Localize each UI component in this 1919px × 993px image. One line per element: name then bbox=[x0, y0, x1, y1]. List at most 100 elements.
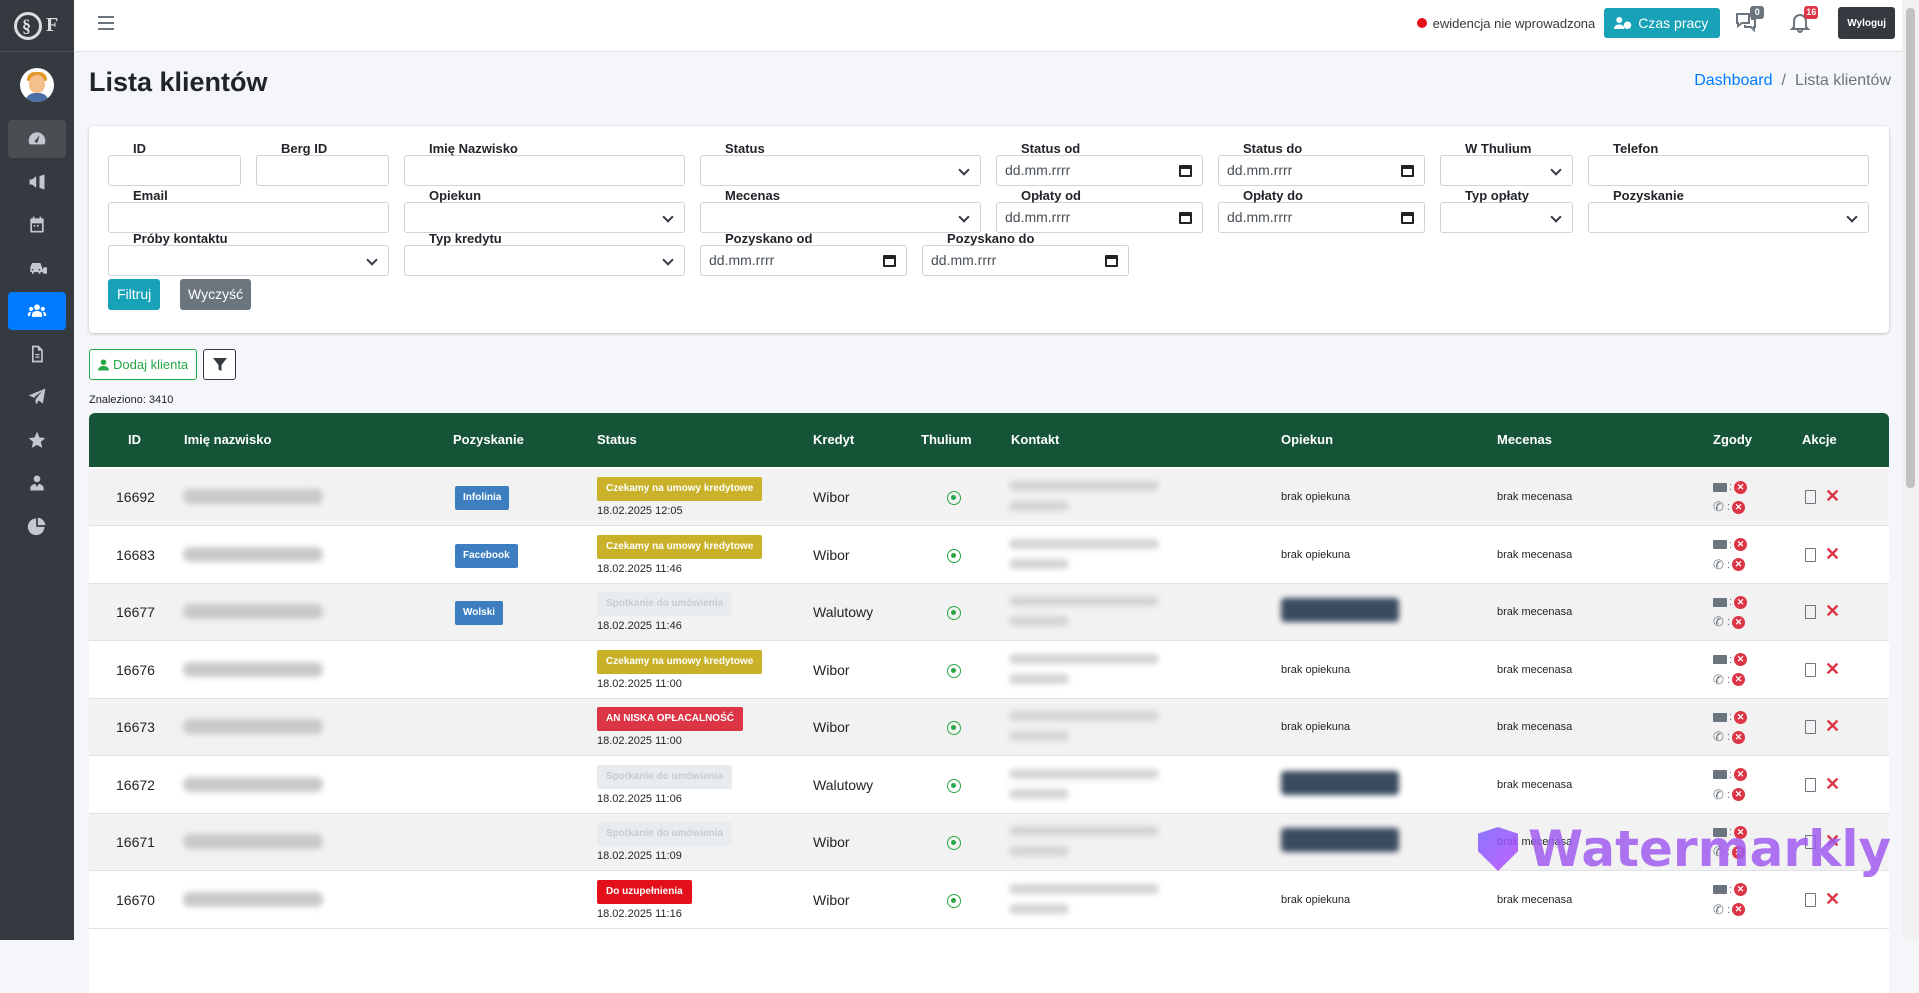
sidebar-item-calendar[interactable] bbox=[8, 206, 66, 244]
add-client-button[interactable]: Dodaj klienta bbox=[89, 349, 198, 380]
paid-from-date[interactable]: dd.mm.rrrr bbox=[996, 202, 1203, 233]
guardian-select[interactable] bbox=[404, 202, 685, 233]
col-guardian[interactable]: Opiekun bbox=[1281, 432, 1333, 447]
col-status[interactable]: Status bbox=[597, 432, 637, 447]
client-name-redacted[interactable] bbox=[183, 604, 323, 619]
table-row[interactable]: 16676 Czekamy na umowy kredytowe 18.02.202… bbox=[89, 642, 1889, 699]
avatar[interactable] bbox=[20, 68, 54, 102]
thulium-status-icon bbox=[947, 548, 961, 563]
table-row[interactable]: 16692 Infolinia Czekamy na umowy kredytowe… bbox=[89, 469, 1889, 526]
client-name-redacted[interactable] bbox=[183, 891, 323, 907]
table-row[interactable]: 16677 Wolski Spotkanie do umówienia 18.02.2… bbox=[89, 584, 1889, 641]
status-badge: Czekamy na umowy kredytowe bbox=[597, 477, 763, 501]
notifications-badge: 16 bbox=[1804, 6, 1819, 19]
document-icon[interactable] bbox=[1805, 720, 1816, 734]
envelope-icon bbox=[1713, 712, 1727, 722]
acquired-from-date[interactable]: dd.mm.rrrr bbox=[700, 245, 907, 276]
col-thulium[interactable]: Thulium bbox=[921, 432, 972, 447]
col-patron[interactable]: Mecenas bbox=[1497, 432, 1552, 447]
sidebar-item-dashboard[interactable] bbox=[8, 120, 66, 158]
client-name-redacted[interactable] bbox=[183, 834, 323, 849]
clear-button[interactable]: Wyczyść bbox=[180, 279, 252, 310]
credit-type: Walutowy bbox=[813, 776, 874, 793]
status-badge: Czekamy na umowy kredytowe bbox=[597, 534, 763, 559]
calendar-icon[interactable] bbox=[1105, 255, 1118, 267]
phone-icon: ✆ bbox=[1713, 499, 1724, 514]
credit-type-select[interactable] bbox=[404, 245, 685, 276]
id-input[interactable] bbox=[108, 155, 241, 186]
sidebar-item-favorites[interactable] bbox=[8, 421, 66, 459]
client-name-redacted[interactable] bbox=[183, 776, 323, 792]
client-name-redacted[interactable] bbox=[183, 546, 323, 562]
notifications-button[interactable]: 16 bbox=[1788, 6, 1819, 35]
calendar-icon[interactable] bbox=[1179, 165, 1192, 177]
calendar-icon[interactable] bbox=[883, 255, 896, 267]
delete-icon[interactable]: ✕ bbox=[1825, 544, 1840, 565]
sidebar-item-clients[interactable] bbox=[8, 292, 66, 330]
sidebar-item-reports[interactable] bbox=[8, 507, 66, 545]
scrollbar-thumb[interactable] bbox=[1906, 8, 1915, 488]
document-icon[interactable] bbox=[1805, 490, 1816, 504]
delete-icon[interactable]: ✕ bbox=[1825, 486, 1840, 507]
sidebar-item-documents[interactable] bbox=[8, 335, 66, 373]
client-name-redacted[interactable] bbox=[183, 661, 323, 677]
row-id: 16683 bbox=[116, 546, 155, 563]
client-name-redacted[interactable] bbox=[183, 489, 323, 504]
contact-email-redacted bbox=[1009, 711, 1159, 721]
sidebar-item-campaigns[interactable] bbox=[8, 163, 66, 201]
calendar-icon[interactable] bbox=[1179, 212, 1192, 224]
sidebar-item-employees[interactable] bbox=[8, 464, 66, 502]
table-row[interactable]: 16683 Facebook Czekamy na umowy kredytowe 1… bbox=[89, 527, 1889, 584]
col-source[interactable]: Pozyskanie bbox=[453, 432, 524, 447]
toggle-filters-button[interactable] bbox=[203, 349, 236, 380]
col-credit[interactable]: Kredyt bbox=[813, 432, 854, 447]
document-icon[interactable] bbox=[1805, 605, 1816, 619]
table-row[interactable]: 16673 AN NISKA OPŁACALNOŚĆ 18.02.2025 11:0… bbox=[89, 699, 1889, 756]
name-input[interactable] bbox=[404, 155, 685, 186]
status-to-date[interactable]: dd.mm.rrrr bbox=[1218, 155, 1425, 186]
status-from-date[interactable]: dd.mm.rrrr bbox=[996, 155, 1203, 186]
work-time-button[interactable]: Czas pracy bbox=[1604, 8, 1721, 38]
col-id[interactable]: ID bbox=[128, 432, 141, 447]
logout-button[interactable]: Wyloguj bbox=[1838, 7, 1895, 39]
paid-to-date[interactable]: dd.mm.rrrr bbox=[1218, 202, 1425, 233]
calendar-icon[interactable] bbox=[1401, 165, 1414, 177]
delete-icon[interactable]: ✕ bbox=[1825, 659, 1840, 680]
status-select[interactable] bbox=[700, 155, 981, 186]
patron-select[interactable] bbox=[700, 202, 981, 233]
sidebar-item-messages[interactable] bbox=[8, 378, 66, 416]
acquisition-select[interactable] bbox=[1588, 202, 1869, 233]
email-input[interactable] bbox=[108, 202, 389, 233]
filter-button[interactable]: Filtruj bbox=[108, 279, 161, 310]
col-contact[interactable]: Kontakt bbox=[1011, 432, 1059, 447]
calendar-icon[interactable] bbox=[1401, 212, 1414, 224]
sidebar-item-cars[interactable] bbox=[8, 249, 66, 287]
menu-toggle-icon[interactable] bbox=[98, 16, 114, 30]
brand-logo[interactable]: § F bbox=[0, 0, 74, 52]
patron-value: brak mecenasa bbox=[1497, 893, 1573, 906]
thulium-select[interactable] bbox=[1440, 155, 1573, 186]
delete-icon[interactable]: ✕ bbox=[1825, 716, 1840, 737]
scrollbar[interactable] bbox=[1902, 0, 1919, 940]
phone-input[interactable] bbox=[1588, 155, 1869, 186]
messages-button[interactable]: 0 bbox=[1734, 6, 1765, 35]
delete-icon[interactable]: ✕ bbox=[1825, 889, 1840, 910]
table-row[interactable]: 16672 Spotkanie do umówienia 18.02.2025 11… bbox=[89, 757, 1889, 814]
delete-icon[interactable]: ✕ bbox=[1825, 774, 1840, 795]
breadcrumb-dashboard[interactable]: Dashboard bbox=[1694, 72, 1772, 90]
document-icon[interactable] bbox=[1805, 547, 1816, 562]
contact-attempts-select[interactable] bbox=[108, 245, 389, 276]
fee-type-select[interactable] bbox=[1440, 202, 1573, 233]
document-icon[interactable] bbox=[1805, 892, 1816, 907]
delete-icon[interactable]: ✕ bbox=[1825, 601, 1840, 622]
col-name[interactable]: Imię nazwisko bbox=[184, 432, 271, 447]
client-name-redacted[interactable] bbox=[183, 719, 323, 734]
acquired-to-date[interactable]: dd.mm.rrrr bbox=[922, 245, 1129, 276]
top-navbar: ewidencja nie wprowadzona Czas pracy 0 1… bbox=[74, 0, 1919, 52]
status-badge: Do uzupełnienia bbox=[597, 879, 692, 904]
document-icon[interactable] bbox=[1805, 777, 1816, 792]
document-icon[interactable] bbox=[1805, 662, 1816, 677]
guardian-value: brak opiekuna bbox=[1281, 548, 1351, 561]
berg-id-input[interactable] bbox=[256, 155, 389, 186]
table-row[interactable]: 16670 Do uzupełnienia 18.02.2025 11:16 Wibo… bbox=[89, 872, 1889, 929]
